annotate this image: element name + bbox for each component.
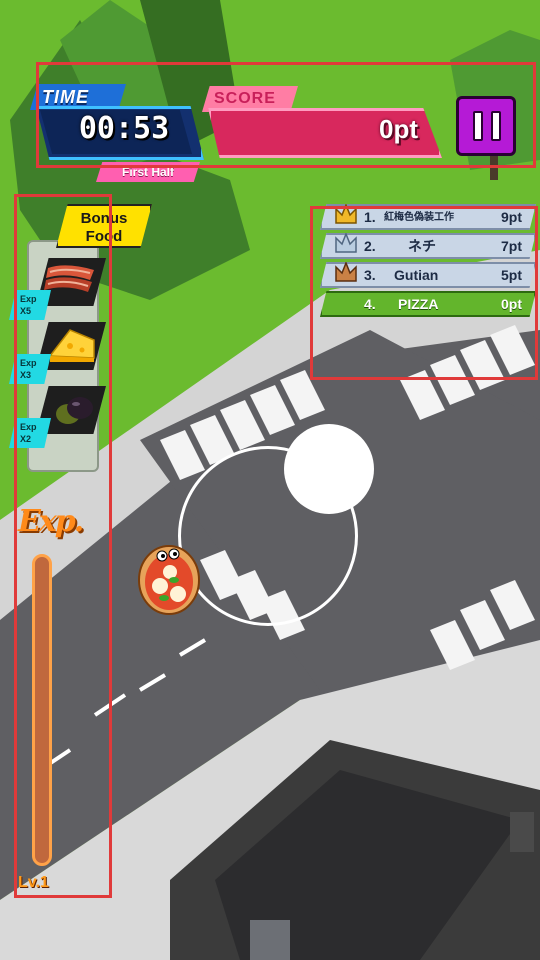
bronze-crown-icon [335, 262, 357, 282]
bonus-title-line2: Food [85, 228, 123, 245]
exp-label: Exp. [18, 504, 84, 539]
rank-score: 0pt [501, 296, 522, 312]
exp-tag-label: Exp [20, 358, 37, 368]
time-value: 00:53 [78, 111, 170, 146]
leaderboard-row: 2. ネチ 7pt [320, 233, 536, 259]
score-panel: SCORE 0pt [202, 84, 442, 160]
leaderboard-row-self: 4. PIZZA 0pt [320, 291, 536, 317]
rank-score: 5pt [501, 267, 522, 283]
rank-name: Gutian [394, 267, 439, 283]
pause-icon-bar [491, 111, 501, 141]
half-badge: First Half [96, 162, 200, 182]
rank-name: PIZZA [398, 296, 439, 312]
time-panel: TIME 00:53 [30, 84, 204, 162]
exp-multiplier-tag: Exp X5 [9, 290, 51, 320]
bonus-food-title: Bonus Food [56, 204, 152, 248]
exp-multiplier-tag: Exp X3 [9, 354, 51, 384]
rank-score: 9pt [501, 209, 522, 225]
joystick-knob[interactable] [284, 424, 374, 514]
rank-position: 1. [364, 209, 376, 225]
pause-icon [473, 111, 483, 141]
pizza-icon [138, 545, 200, 615]
exp-tag-label: Exp [20, 294, 37, 304]
rank-name: 紅梅色偽装工作 [384, 212, 454, 223]
exp-bar [32, 554, 52, 866]
silver-crown-icon [335, 233, 357, 253]
rank-position: 4. [364, 296, 376, 312]
rank-position: 3. [364, 267, 376, 283]
level-label: Lv.1 [18, 874, 49, 891]
rank-position: 2. [364, 238, 376, 254]
gold-crown-icon [335, 204, 357, 224]
bonus-title-line1: Bonus [80, 210, 128, 227]
exp-multiplier-tag: Exp X2 [9, 418, 51, 448]
leaderboard-row: 1. 紅梅色偽装工作 9pt [320, 204, 536, 230]
exp-tag-label: Exp [20, 422, 37, 432]
rank-name: ネチ [408, 238, 436, 254]
leaderboard-row: 3. Gutian 5pt [320, 262, 536, 288]
rank-score: 7pt [501, 238, 522, 254]
score-value: 0pt [379, 114, 418, 144]
leaderboard: 1. 紅梅色偽装工作 9pt 2. ネチ 7pt 3. Gutian 5pt 4… [320, 204, 536, 320]
pause-button[interactable] [456, 96, 516, 156]
